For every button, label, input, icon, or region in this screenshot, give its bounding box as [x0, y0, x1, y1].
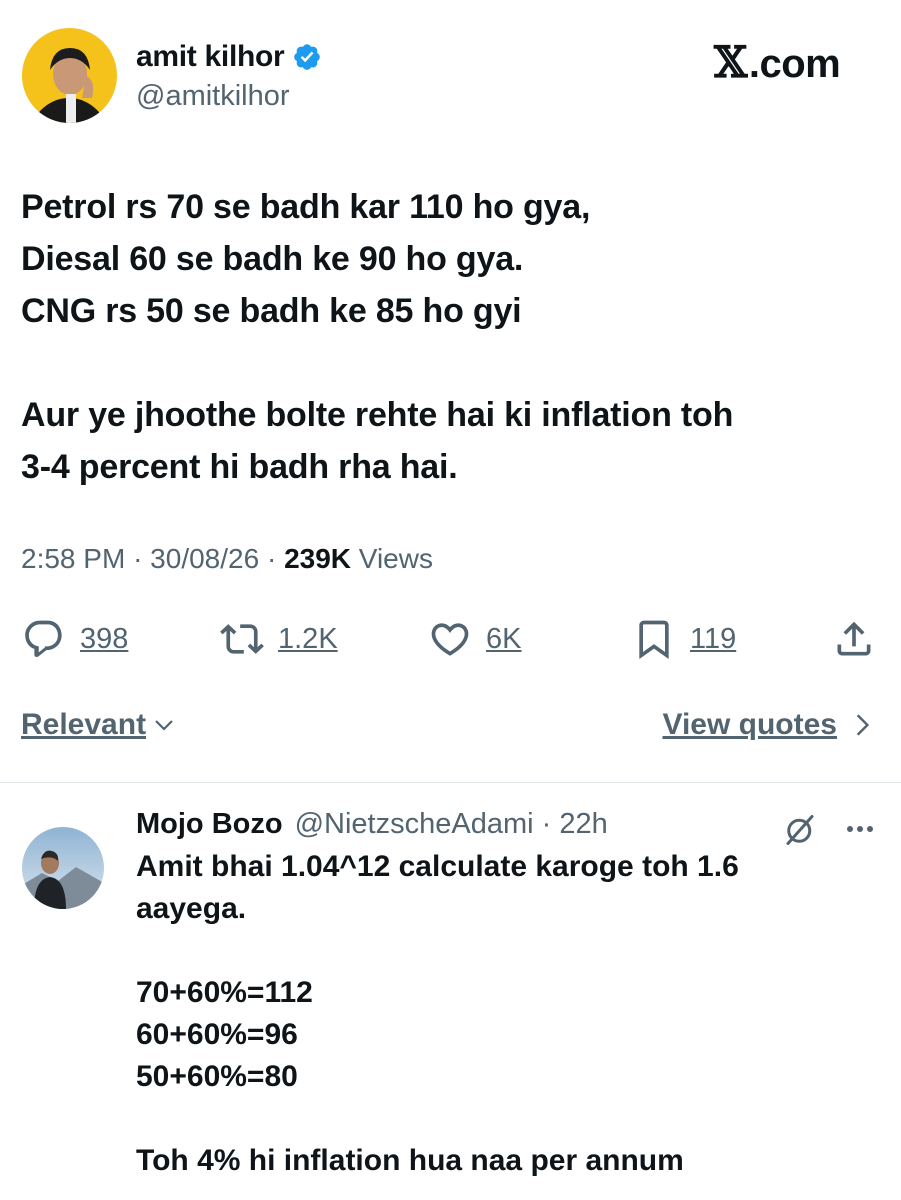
tweet-line: CNG rs 50 se badh ke 85 ho gyi [21, 292, 522, 330]
author-name-text: amit kilhor [136, 40, 285, 73]
reply-header: Mojo Bozo @NietzscheAdami · 22h [136, 808, 608, 841]
tweet-actions: 398 1.2K 6K 119 [0, 612, 901, 666]
tweet-line: Diesal 60 se badh ke 90 ho gya. [21, 240, 524, 278]
tweet-text: Petrol rs 70 se badh kar 110 ho gya, Die… [21, 181, 881, 493]
reply-button[interactable]: 398 [22, 612, 128, 666]
reply-line-blank [136, 930, 856, 972]
reply-line: 70+60%=112 [136, 976, 313, 1009]
author-handle[interactable]: @amitkilhor [136, 80, 290, 113]
reply-author-handle[interactable]: @NietzscheAdami [295, 808, 534, 841]
bookmark-icon [639, 620, 669, 660]
meta-separator: · [133, 543, 151, 574]
reply-line: Amit bhai 1.04^12 calculate karoge toh 1… [136, 850, 739, 883]
site-logo: 𝕏 .com [714, 38, 841, 88]
sort-label: Relevant [21, 708, 147, 741]
chevron-down-icon [155, 720, 173, 731]
like-button[interactable]: 6K [428, 612, 521, 666]
sort-replies-dropdown[interactable]: Relevant [21, 708, 176, 742]
reply-line: aayega. [136, 892, 247, 925]
view-quotes-link[interactable]: View quotes [663, 708, 876, 742]
site-domain: .com [748, 42, 841, 86]
views-count: 239K [284, 543, 351, 574]
reply-icon [25, 620, 62, 658]
verified-badge-icon [294, 44, 321, 70]
reply-avatar[interactable] [22, 827, 104, 909]
author-avatar[interactable] [22, 28, 117, 123]
tweet-time[interactable]: 2:58 PM [21, 543, 125, 574]
x-logo-icon: 𝕏 [714, 38, 747, 88]
reply-count[interactable]: 398 [80, 623, 128, 656]
bookmark-count[interactable]: 119 [690, 623, 736, 656]
reply-separator: · [533, 808, 560, 840]
divider [0, 782, 901, 783]
reply-line: 60+60%=96 [136, 1018, 298, 1051]
repost-count[interactable]: 1.2K [278, 623, 338, 656]
meta-separator: · [266, 543, 285, 574]
grok-icon[interactable] [782, 812, 818, 848]
repost-icon [220, 624, 264, 654]
more-options-icon[interactable] [840, 814, 880, 844]
reply-line: 50+60%=80 [136, 1060, 298, 1093]
like-count[interactable]: 6K [486, 623, 521, 656]
author-name[interactable]: amit kilhor [136, 40, 322, 74]
share-icon [837, 621, 871, 656]
reply-text: Amit bhai 1.04^12 calculate karoge toh 1… [136, 846, 856, 1182]
reply-line: Toh 4% hi inflation hua naa per annum [136, 1144, 684, 1177]
share-button[interactable] [832, 612, 876, 666]
tweet-line: Aur ye jhoothe bolte rehte hai ki inflat… [21, 396, 734, 434]
tweet-line: Petrol rs 70 se badh kar 110 ho gya, [21, 188, 591, 226]
repost-button[interactable]: 1.2K [220, 612, 338, 666]
reply-author-name[interactable]: Mojo Bozo [136, 808, 283, 841]
reply-time[interactable]: 22h [559, 808, 607, 841]
views-label: Views [358, 543, 433, 574]
tweet-meta: 2:58 PM · 30/08/26 · 239K Views [21, 543, 433, 575]
view-quotes-label: View quotes [662, 708, 838, 741]
tweet-date[interactable]: 30/08/26 [150, 543, 259, 574]
chevron-right-icon [856, 714, 870, 736]
heart-icon [431, 623, 469, 656]
tweet-line: 3-4 percent hi badh rha hai. [21, 448, 458, 486]
bookmark-button[interactable]: 119 [632, 612, 736, 666]
reply-line-blank [136, 1098, 856, 1140]
